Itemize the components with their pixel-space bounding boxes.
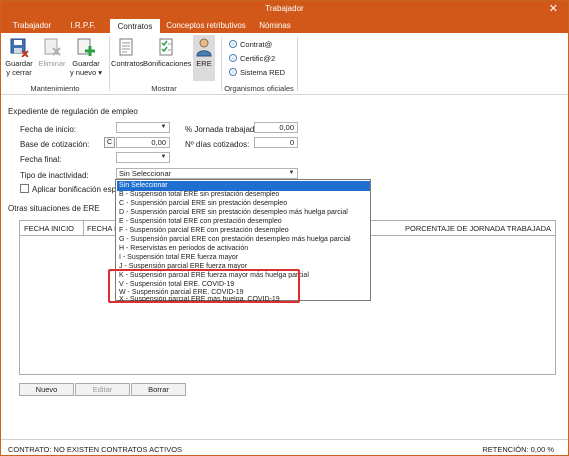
person-icon (194, 37, 214, 57)
tipo-inactividad-value: Sin Seleccionar (119, 169, 172, 178)
title-bar: Trabajador ✕ (1, 1, 568, 17)
certifica-label: Certific@2 (240, 54, 276, 63)
guardar-cerrar-label: Guardar y cerrar (5, 59, 33, 77)
col-fecha-inicio[interactable]: FECHA INICIO (24, 224, 74, 233)
window-title: Trabajador (265, 4, 304, 13)
editar-button[interactable]: Editar (75, 383, 130, 396)
bonificaciones-button[interactable]: Bonificaciones (143, 37, 191, 68)
contratos-label: Contratos (111, 59, 144, 68)
retencion-status: RETENCIÓN: 0,00 % (482, 445, 554, 454)
base-cotizacion-c-button[interactable]: C (104, 137, 115, 148)
guardar-cerrar-button[interactable]: Guardar y cerrar (5, 37, 33, 77)
col-fecha-final[interactable]: FECHA F (87, 224, 119, 233)
group-separator (297, 37, 298, 91)
guardar-nuevo-button[interactable]: Guardar y nuevo ▾ (69, 37, 103, 77)
col-porcentaje-jornada[interactable]: PORCENTAJE DE JORNADA TRABAJADA (405, 224, 551, 233)
save-close-icon (9, 37, 29, 58)
tipo-inactividad-label: Tipo de inactividad: (20, 171, 89, 180)
group-separator (221, 37, 222, 91)
contratos-button[interactable]: Contratos (111, 37, 144, 68)
ere-button[interactable]: ERE (193, 35, 215, 81)
borrar-button[interactable]: Borrar (131, 383, 186, 396)
ribbon: Guardar y cerrar Eliminar Guardar y nuev… (1, 33, 568, 95)
status-bar: CONTRATO: NO EXISTEN CONTRATOS ACTIVOS R… (1, 439, 568, 455)
fecha-inicio-label: Fecha de inicio: (20, 125, 77, 134)
chevron-down-icon: ▼ (160, 154, 167, 160)
save-new-icon (76, 37, 96, 57)
nuevo-button[interactable]: Nuevo (19, 383, 74, 396)
guardar-nuevo-label: Guardar y nuevo ▾ (69, 59, 103, 77)
eliminar-label: Eliminar (38, 59, 66, 68)
jornada-label: % Jornada trabajada: (185, 125, 262, 134)
delete-icon (42, 37, 62, 57)
contrata-label: Contrat@ (240, 40, 273, 49)
tipo-inactividad-select[interactable]: Sin Seleccionar ▼ (116, 168, 298, 179)
fecha-final-label: Fecha final: (20, 155, 62, 164)
dias-cotizados-label: Nº días cotizados: (185, 140, 250, 149)
globe-icon (229, 54, 237, 62)
sistema-red-link[interactable]: Sistema RED (229, 68, 285, 77)
aplicar-bonificacion-label: Aplicar bonificación espe (32, 185, 121, 194)
contract-document-icon (116, 37, 136, 57)
fecha-final-input[interactable]: ▼ (116, 152, 170, 163)
globe-icon (229, 40, 237, 48)
ere-label: ERE (196, 59, 212, 68)
eliminar-button[interactable]: Eliminar (37, 37, 67, 68)
fecha-inicio-input[interactable]: ▼ (116, 122, 170, 133)
trabajador-window: Trabajador ✕ Trabajador I.R.P.F. Contrat… (0, 0, 569, 456)
base-cotizacion-label: Base de cotización: (20, 140, 90, 149)
tab-conceptos-retributivos[interactable]: Conceptos retributivos (165, 18, 247, 33)
otras-situaciones-title: Otras situaciones de ERE (8, 204, 100, 213)
aplicar-bonificacion-checkbox[interactable] (20, 184, 29, 193)
contrata-link[interactable]: Contrat@ (229, 40, 272, 49)
base-cotizacion-input[interactable]: 0,00 (116, 137, 170, 148)
group-label-mostrar: Mostrar (151, 84, 177, 93)
bonificaciones-icon (157, 37, 177, 57)
covid-options-highlight (108, 269, 300, 303)
jornada-input[interactable]: 0,00 (254, 122, 298, 133)
globe-icon (229, 68, 237, 76)
group-label-mantenimiento: Mantenimiento (30, 84, 80, 93)
chevron-down-icon: ▼ (160, 124, 167, 130)
section-title: Expediente de regulación de empleo (8, 107, 138, 116)
group-label-organismos: Organismos oficiales (224, 84, 294, 93)
close-icon[interactable]: ✕ (549, 2, 558, 15)
contrato-status: CONTRATO: NO EXISTEN CONTRATOS ACTIVOS (8, 445, 183, 454)
tab-nominas[interactable]: Nóminas (253, 18, 297, 33)
tab-bar: Trabajador I.R.P.F. Contratos Conceptos … (1, 17, 568, 33)
chevron-down-icon: ▼ (288, 170, 295, 176)
certifica-link[interactable]: Certific@2 (229, 54, 275, 63)
tab-trabajador[interactable]: Trabajador (7, 18, 57, 33)
group-separator (109, 37, 110, 91)
tab-irpf[interactable]: I.R.P.F. (61, 18, 105, 33)
sistema-red-label: Sistema RED (240, 68, 286, 77)
column-divider (83, 221, 84, 236)
bonificaciones-label: Bonificaciones (143, 59, 192, 68)
tab-contratos[interactable]: Contratos (109, 18, 161, 33)
dias-cotizados-input[interactable]: 0 (254, 137, 298, 148)
